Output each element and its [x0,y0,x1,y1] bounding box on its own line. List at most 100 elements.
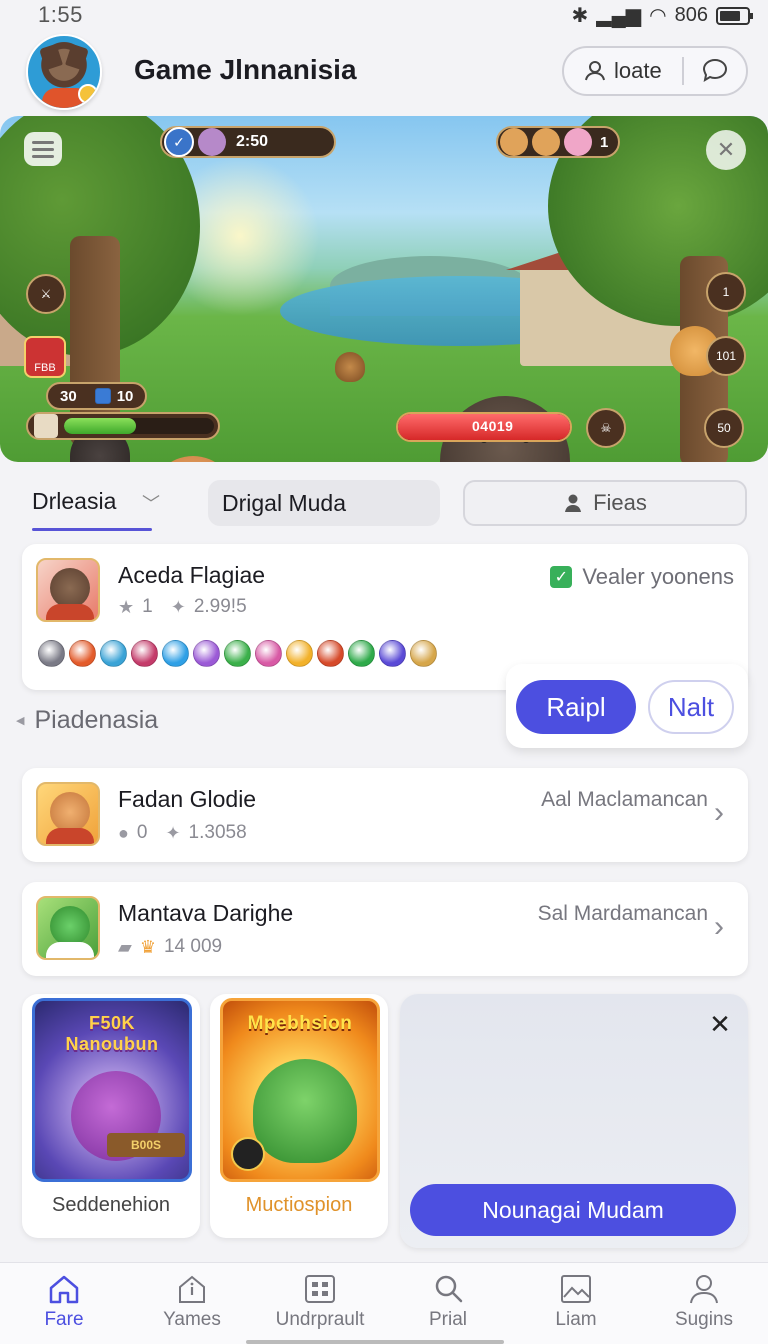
star-icon: ★ [118,596,135,617]
nav-item-undrprault[interactable]: Undrprault [256,1263,384,1344]
ability-icon[interactable]: ⚔ [26,274,66,314]
tab-bar: Drleasia ﹀ Drigal Muda Fieas [0,478,768,536]
nav-item-fare[interactable]: Fare [0,1263,128,1344]
item-badge[interactable]: FBB [24,336,66,378]
achievement-chip-icon [224,640,251,667]
party-portraits[interactable]: 1 [496,126,621,158]
tab-drigal-muda[interactable]: Drigal Muda [208,480,440,526]
portrait-icon [500,128,528,156]
status-signal-text: 806 [674,4,708,26]
check-icon: ✓ [550,566,573,588]
achievement-chip-icon [193,640,220,667]
tab-drleasia[interactable]: Drleasia ﹀ [32,488,160,532]
gem-icon [94,388,111,404]
crown-icon: ♛ [139,936,156,957]
close-icon[interactable]: ✕ [706,1009,734,1039]
app-title: Game Jlnnanisia [134,54,357,85]
achievement-chip-icon [348,640,375,667]
game-thumbnail [36,896,100,960]
badge-icon: ✦ [170,596,186,617]
nav-item-prial[interactable]: Prial [384,1263,512,1344]
nav-label: Sugins [674,1309,734,1330]
game-title: Aceda Flagiae [118,562,266,588]
chevron-right-icon: › [714,910,724,943]
nav-label: Undrprault [275,1309,365,1330]
timer-value: 2:50 [236,133,269,150]
enemy-health-bar: 04019 [396,412,572,442]
search-icon [435,1275,463,1303]
reward-icon[interactable]: 50 [704,408,744,448]
achievement-chip-icon [162,640,189,667]
filter-button[interactable]: Fieas [463,480,747,526]
tab-underline [32,528,152,531]
locate-button[interactable]: loate [564,58,682,84]
resource-counters: 30 10 [46,382,148,410]
chat-button[interactable] [684,57,746,85]
chest-icon[interactable]: 101 [706,336,746,376]
character-portrait-icon [198,128,226,156]
achievement-chip-icon [286,640,313,667]
secondary-action-button[interactable]: Nalt [648,680,734,734]
status-bar: 1:55 ✱ ▂▄▆ ◠ 806 [0,0,768,28]
avatar-badge-icon [78,84,98,104]
achievement-chips [38,640,437,667]
filter-label: Fieas [593,490,647,515]
chevron-down-icon: ﹀ [142,494,160,514]
small-character [335,352,365,382]
achievement-chip-icon [255,640,282,667]
player-health-bar [26,412,220,440]
chevron-right-icon: › [714,796,724,829]
list-item-stats: ● 0 ✦ 1.3058 [118,822,247,844]
game-tile-art-title: Mpebhsion [247,1013,353,1034]
achievement-chip-icon [38,640,65,667]
counter-a: 30 [60,387,77,405]
sword-count: 1 [722,285,730,299]
game-banner[interactable]: ✓ 2:50 1 ✕ ⚔ FBB 30 10 04019 1 101 ☠ 50 [0,116,768,462]
sword-icon[interactable]: 1 [706,272,746,312]
image-icon [561,1275,591,1303]
primary-action-button[interactable]: Raipl [516,680,636,734]
wifi-icon: ◠ [649,5,667,27]
list-item[interactable]: Fadan Glodie ● 0 ✦ 1.3058 Aal Maclamancan … [22,768,748,862]
section-label: ◀ Piadenasia [16,706,158,735]
achievement-chip-icon [131,640,158,667]
list-item-title: Mantava Darighe [118,900,294,926]
game-stats: ★ 1 ✦ 2.99!5 [118,596,247,618]
tab-drigal-muda-label: Drigal Muda [222,489,346,516]
caret-left-icon: ◀ [16,715,25,727]
person-icon [585,61,605,81]
skull-icon[interactable]: ☠ [586,408,626,448]
action-group: Raipl Nalt [506,664,748,748]
menu-icon[interactable] [24,132,62,166]
stat-b: 2.99!5 [193,596,247,617]
list-item-title: Fadan Glodie [118,786,257,812]
game-tile[interactable]: F50K Nanoubun B00S Seddenehion [22,994,200,1238]
game-tile-label: Muctiospion [245,1194,353,1216]
party-count: 1 [600,133,609,151]
achievement-chip-icon [100,640,127,667]
home-icon [49,1275,79,1304]
game-tile-label: Seddenehion [52,1194,170,1216]
nav-item-liam[interactable]: Liam [512,1263,640,1344]
timer: ✓ 2:50 [160,126,336,158]
promo-cta-button[interactable]: Nounagai Mudam [410,1184,736,1236]
list-item[interactable]: Mantava Darighe ▰ ♛ 14 009 Sal Mardamanca… [22,882,748,976]
enemy-health-value: 04019 [472,418,514,434]
stat-a: 1 [142,596,153,617]
header-actions: loate [562,46,748,96]
nav-label: Yames [163,1309,221,1330]
avatar[interactable] [26,34,102,110]
portrait-icon [532,128,560,156]
item-badge-label: FBB [34,362,56,374]
nav-item-sugins[interactable]: Sugins [640,1263,768,1344]
group-icon: ● [118,822,129,843]
nav-item-yames[interactable]: Yames [128,1263,256,1344]
locate-label: loate [614,58,662,83]
stat-a: 0 [136,822,148,843]
close-icon[interactable]: ✕ [706,130,746,170]
achievement-chip-icon [317,640,344,667]
reward-count: 50 [717,421,731,435]
game-tile[interactable]: Mpebhsion Muctiospion [210,994,388,1238]
grid-icon [305,1275,335,1303]
status-icons: ✱ ▂▄▆ ◠ 806 [571,3,753,28]
